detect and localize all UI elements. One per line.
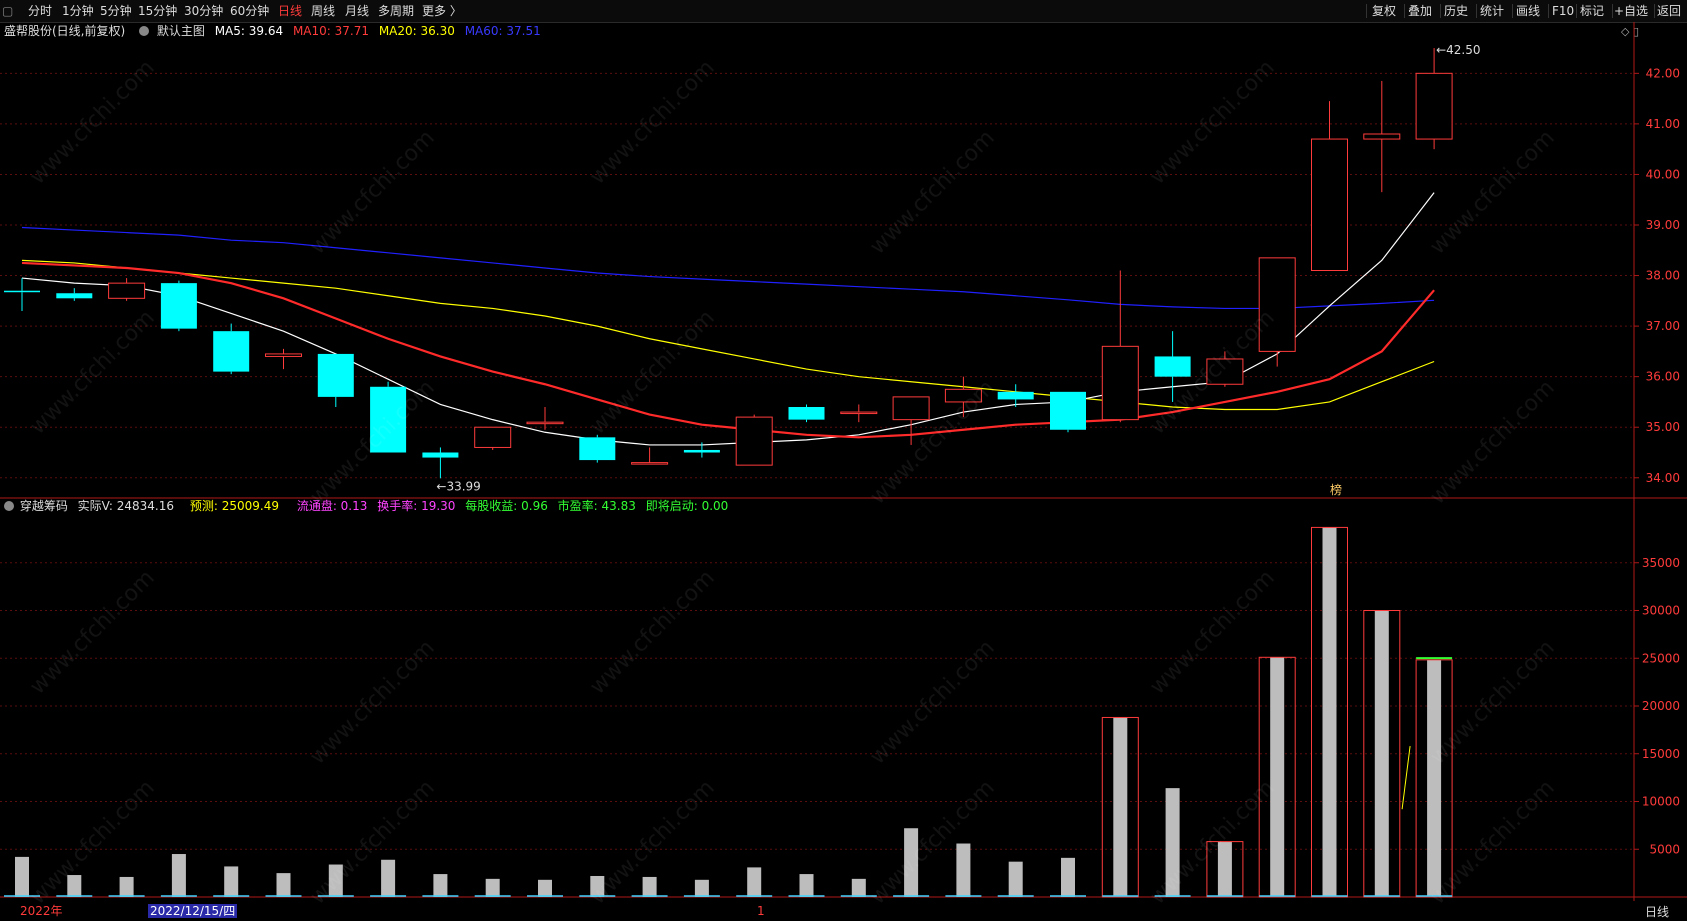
volume-bar xyxy=(1165,788,1180,897)
volume-bar xyxy=(747,867,762,897)
price-tick-label: 35.00 xyxy=(1646,420,1680,434)
candle-down xyxy=(317,353,354,397)
volume-tick-label: 15000 xyxy=(1642,747,1680,761)
candle-down xyxy=(4,290,40,293)
price-tick-label: 36.00 xyxy=(1646,370,1680,384)
candle-down xyxy=(997,391,1034,400)
price-tick-label: 38.00 xyxy=(1646,269,1680,283)
volume-bar xyxy=(538,879,552,897)
candle-up xyxy=(1258,257,1296,352)
volume-bar xyxy=(328,864,343,897)
ranking-marker: 榜 xyxy=(1330,482,1342,497)
forecast-trend xyxy=(1401,746,1411,810)
volume-tick-label: 35000 xyxy=(1642,556,1680,570)
candle-down xyxy=(213,331,250,372)
volume-bar xyxy=(956,843,971,897)
candle-down xyxy=(683,449,720,453)
candle-up xyxy=(1363,133,1401,140)
volume-bar xyxy=(224,866,239,897)
price-tick-label: 41.00 xyxy=(1646,117,1680,131)
volume-bar xyxy=(694,879,709,897)
candle-up xyxy=(840,411,878,415)
candle-up xyxy=(526,421,564,425)
volume-bar xyxy=(119,876,134,897)
candle-up xyxy=(631,462,669,465)
candle-up xyxy=(892,396,930,421)
volume-bar xyxy=(171,854,186,897)
candle-up xyxy=(1206,358,1244,385)
candle-down xyxy=(422,452,459,458)
volume-bar xyxy=(1427,659,1442,897)
volume-bar xyxy=(15,856,29,897)
candle-down xyxy=(1154,356,1191,377)
low-price-label: ←33.99 xyxy=(436,479,480,493)
volume-bar xyxy=(276,873,291,897)
volume-tick-label: 25000 xyxy=(1642,651,1680,665)
price-tick-label: 39.00 xyxy=(1646,218,1680,232)
candle-down xyxy=(160,283,197,329)
candle-up xyxy=(1101,345,1139,421)
volume-bar xyxy=(590,875,605,897)
candle-up xyxy=(944,388,982,403)
volume-bar xyxy=(1061,857,1075,897)
month-marker: 1 xyxy=(757,904,765,918)
volume-tick-label: 10000 xyxy=(1642,795,1680,809)
candle-up xyxy=(1311,138,1348,271)
volume-bar xyxy=(1113,717,1128,897)
price-tick-label: 42.00 xyxy=(1646,66,1680,80)
candle-down xyxy=(579,437,616,461)
candle-up xyxy=(735,416,773,466)
selected-date: 2022/12/15/四 xyxy=(148,904,238,918)
volume-bar xyxy=(433,874,448,897)
candle-down xyxy=(1050,391,1086,430)
price-tick-label: 34.00 xyxy=(1646,471,1680,485)
volume-bar xyxy=(1270,657,1285,897)
candle-down xyxy=(56,293,93,299)
volume-tick-label: 5000 xyxy=(1649,842,1680,856)
volume-bar xyxy=(1322,527,1337,897)
candle-down xyxy=(370,386,407,453)
kline-chart[interactable]: 34.00 35.00 36.00 37.00 38.00 39.00 40.00 41.00… xyxy=(0,0,1687,901)
year-label: 2022年 xyxy=(20,904,63,918)
ma5-line xyxy=(21,192,1435,446)
candle-up xyxy=(265,353,302,357)
volume-bar xyxy=(1217,841,1232,897)
volume-bar xyxy=(904,828,919,897)
price-tick-label: 37.00 xyxy=(1646,319,1680,333)
volume-bar xyxy=(642,876,657,897)
volume-bar xyxy=(485,878,500,897)
volume-tick-label: 30000 xyxy=(1642,604,1680,618)
volume-bar xyxy=(851,878,866,897)
ma60-line xyxy=(21,226,1435,310)
candle-up xyxy=(108,282,146,299)
high-price-label: ←42.50 xyxy=(1436,43,1480,57)
candle-up xyxy=(474,426,512,448)
volume-tick-label: 20000 xyxy=(1642,699,1680,713)
volume-bar xyxy=(1374,610,1389,897)
volume-bar xyxy=(1008,861,1023,897)
volume-bar xyxy=(799,874,814,897)
candle-up xyxy=(1415,72,1453,140)
period-label[interactable]: 日线 xyxy=(1645,903,1669,920)
candle-down xyxy=(788,407,825,420)
volume-bar xyxy=(67,875,82,897)
volume-bar xyxy=(381,859,396,897)
price-tick-label: 40.00 xyxy=(1646,167,1680,181)
date-axis: 2022年 2022/12/15/四 1 xyxy=(0,901,1687,921)
